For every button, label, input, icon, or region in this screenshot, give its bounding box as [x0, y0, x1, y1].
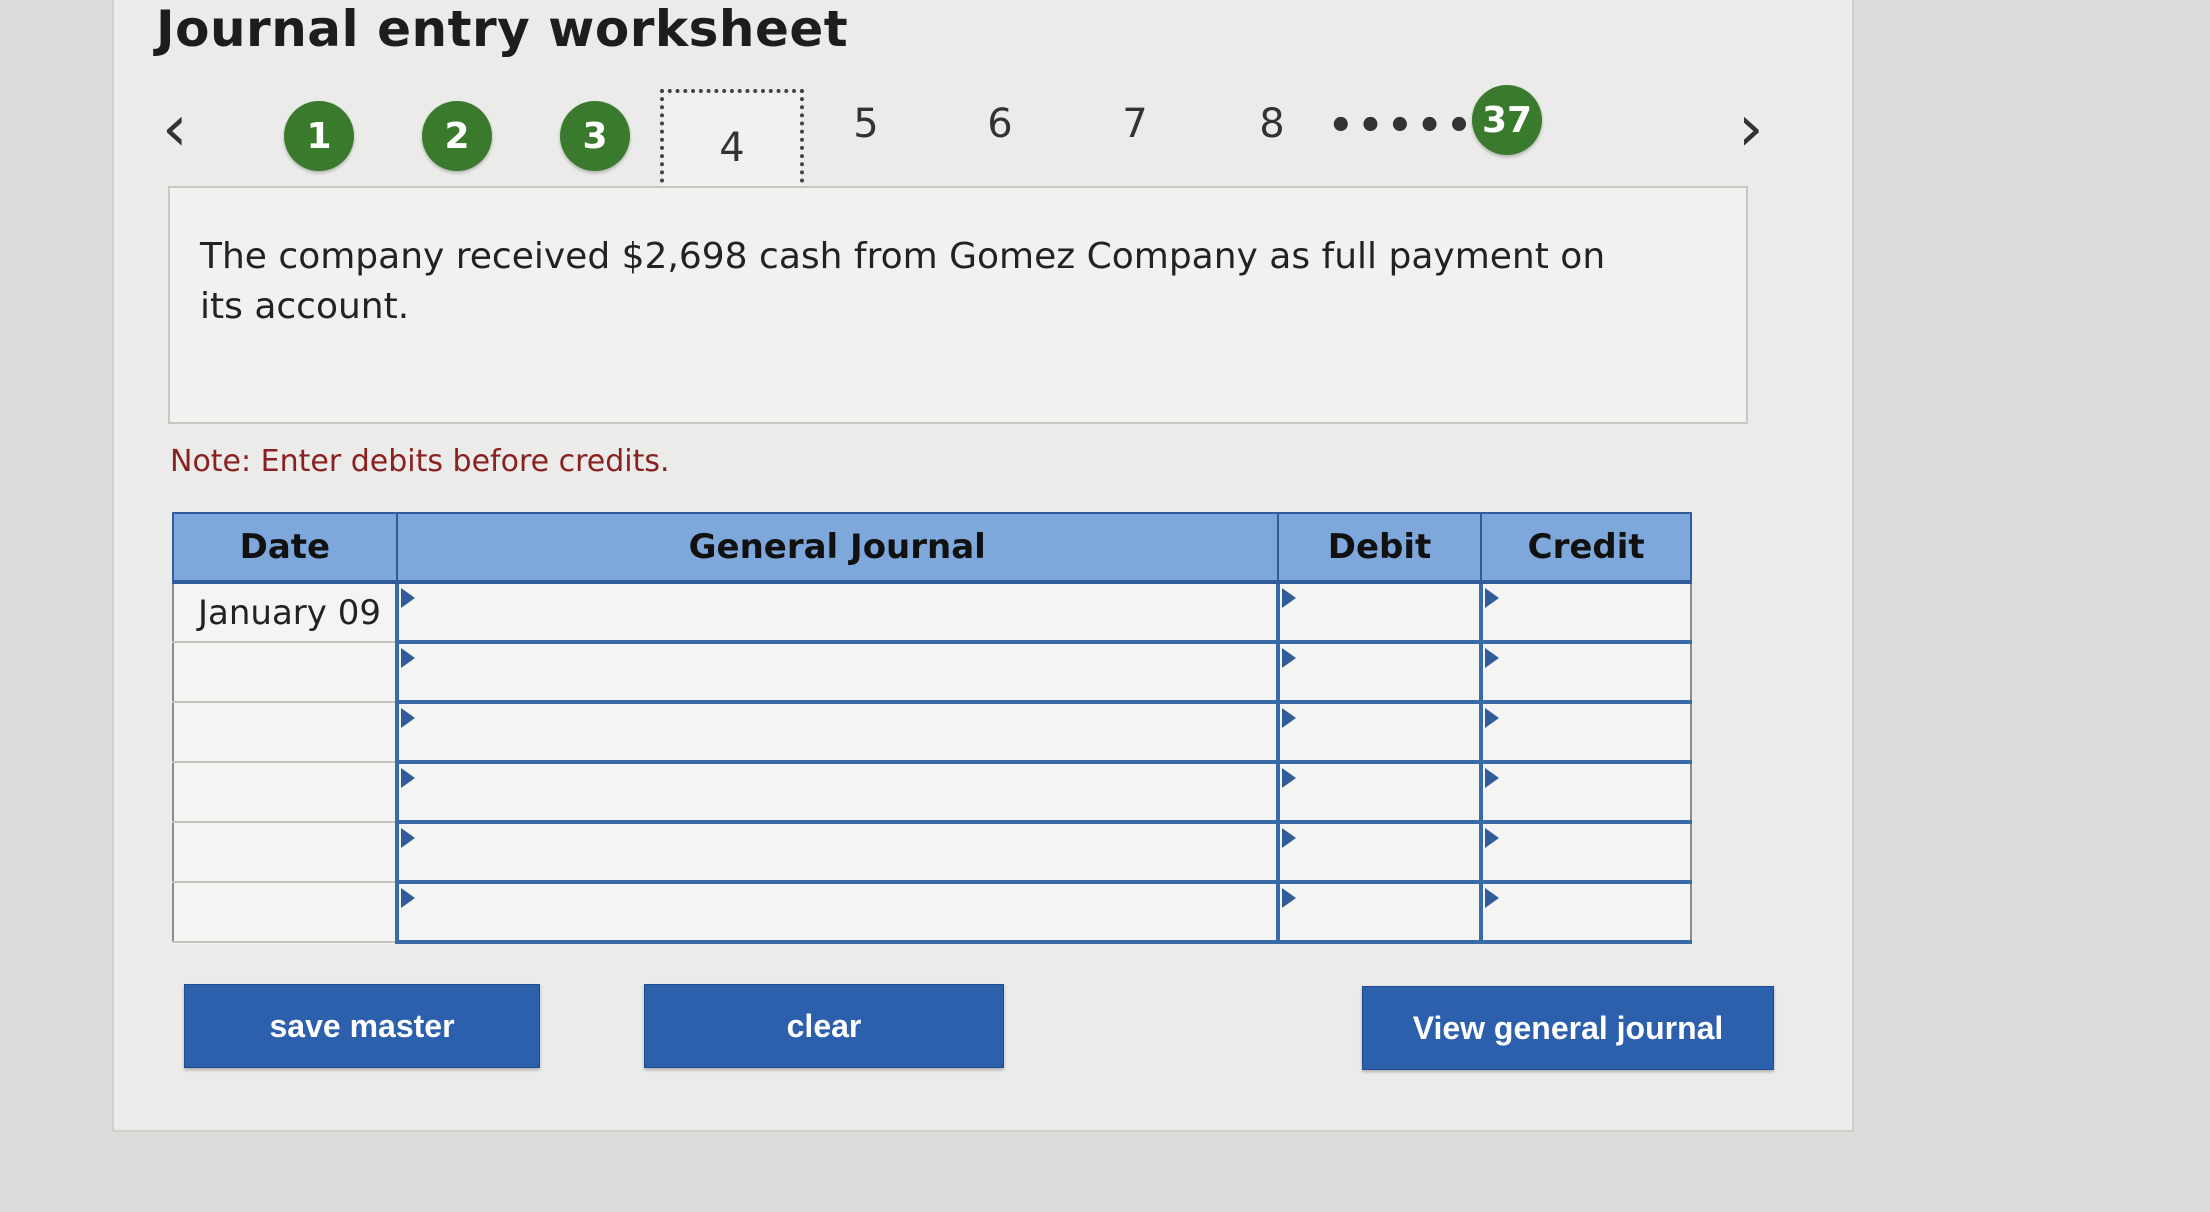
date-cell [172, 881, 398, 943]
chevron-left-icon[interactable]: ‹ [162, 97, 188, 161]
page-5-button[interactable]: 5 [831, 101, 901, 147]
clear-button[interactable]: clear [644, 984, 1004, 1068]
debit-input[interactable] [1275, 641, 1483, 704]
dropdown-marker-icon [1485, 828, 1500, 848]
credit-input[interactable] [1479, 881, 1692, 944]
header-credit: Credit [1480, 512, 1692, 584]
credit-input[interactable] [1479, 581, 1692, 644]
page-2-button[interactable]: 2 [422, 101, 492, 171]
debit-input[interactable] [1275, 881, 1483, 944]
debit-input[interactable] [1275, 761, 1483, 824]
dropdown-marker-icon [1485, 588, 1500, 608]
header-general-journal: General Journal [395, 512, 1279, 584]
account-input[interactable] [394, 581, 1279, 644]
dropdown-marker-icon [1281, 888, 1296, 908]
account-input[interactable] [394, 881, 1279, 944]
date-cell [172, 761, 398, 823]
dropdown-marker-icon [1485, 708, 1500, 728]
header-date: Date [172, 512, 398, 584]
debit-input[interactable] [1275, 581, 1483, 644]
credit-input[interactable] [1479, 641, 1692, 704]
question-prompt-box: The company received $2,698 cash from Go… [168, 186, 1748, 424]
debit-input[interactable] [1275, 821, 1483, 884]
view-general-journal-button[interactable]: View general journal [1362, 986, 1774, 1070]
date-cell [172, 821, 398, 883]
table-row: January 09 [172, 581, 1692, 644]
dropdown-marker-icon [1281, 648, 1296, 668]
dropdown-marker-icon [1281, 768, 1296, 788]
account-input[interactable] [394, 821, 1279, 884]
credit-input[interactable] [1479, 821, 1692, 884]
dropdown-marker-icon [1485, 648, 1500, 668]
table-row [172, 881, 1692, 944]
date-cell [172, 641, 398, 703]
credit-input[interactable] [1479, 761, 1692, 824]
dropdown-marker-icon [400, 768, 415, 788]
dropdown-marker-icon [1281, 708, 1296, 728]
dropdown-marker-icon [400, 828, 415, 848]
table-header-row: Date General Journal Debit Credit [172, 512, 1692, 584]
dropdown-marker-icon [1281, 588, 1296, 608]
dropdown-marker-icon [1485, 768, 1500, 788]
table-row [172, 761, 1692, 824]
credit-input[interactable] [1479, 701, 1692, 764]
table-row [172, 641, 1692, 704]
dropdown-marker-icon [400, 708, 415, 728]
table-row [172, 701, 1692, 764]
date-cell [172, 701, 398, 763]
dropdown-marker-icon [400, 888, 415, 908]
page-7-button[interactable]: 7 [1100, 101, 1170, 147]
question-prompt: The company received $2,698 cash from Go… [200, 236, 1606, 327]
save-master-button[interactable]: save master [184, 984, 540, 1068]
account-input[interactable] [394, 641, 1279, 704]
journal-entry-table: Date General Journal Debit Credit Januar… [172, 512, 1692, 944]
page-3-button[interactable]: 3 [560, 101, 630, 171]
pager-ellipsis: ••••• [1328, 103, 1476, 149]
debit-input[interactable] [1275, 701, 1483, 764]
chevron-right-icon[interactable]: › [1738, 97, 1764, 161]
dropdown-marker-icon [400, 588, 415, 608]
date-cell: January 09 [172, 581, 398, 643]
header-debit: Debit [1276, 512, 1483, 584]
page-8-button[interactable]: 8 [1237, 101, 1307, 147]
dropdown-marker-icon [1485, 888, 1500, 908]
account-input[interactable] [394, 701, 1279, 764]
page-37-button[interactable]: 37 [1472, 85, 1542, 155]
page-title: Journal entry worksheet [156, 0, 849, 58]
page-1-button[interactable]: 1 [284, 101, 354, 171]
instruction-note: Note: Enter debits before credits. [170, 444, 670, 479]
page-6-button[interactable]: 6 [965, 101, 1035, 147]
dropdown-marker-icon [400, 648, 415, 668]
table-row [172, 821, 1692, 884]
dropdown-marker-icon [1281, 828, 1296, 848]
account-input[interactable] [394, 761, 1279, 824]
